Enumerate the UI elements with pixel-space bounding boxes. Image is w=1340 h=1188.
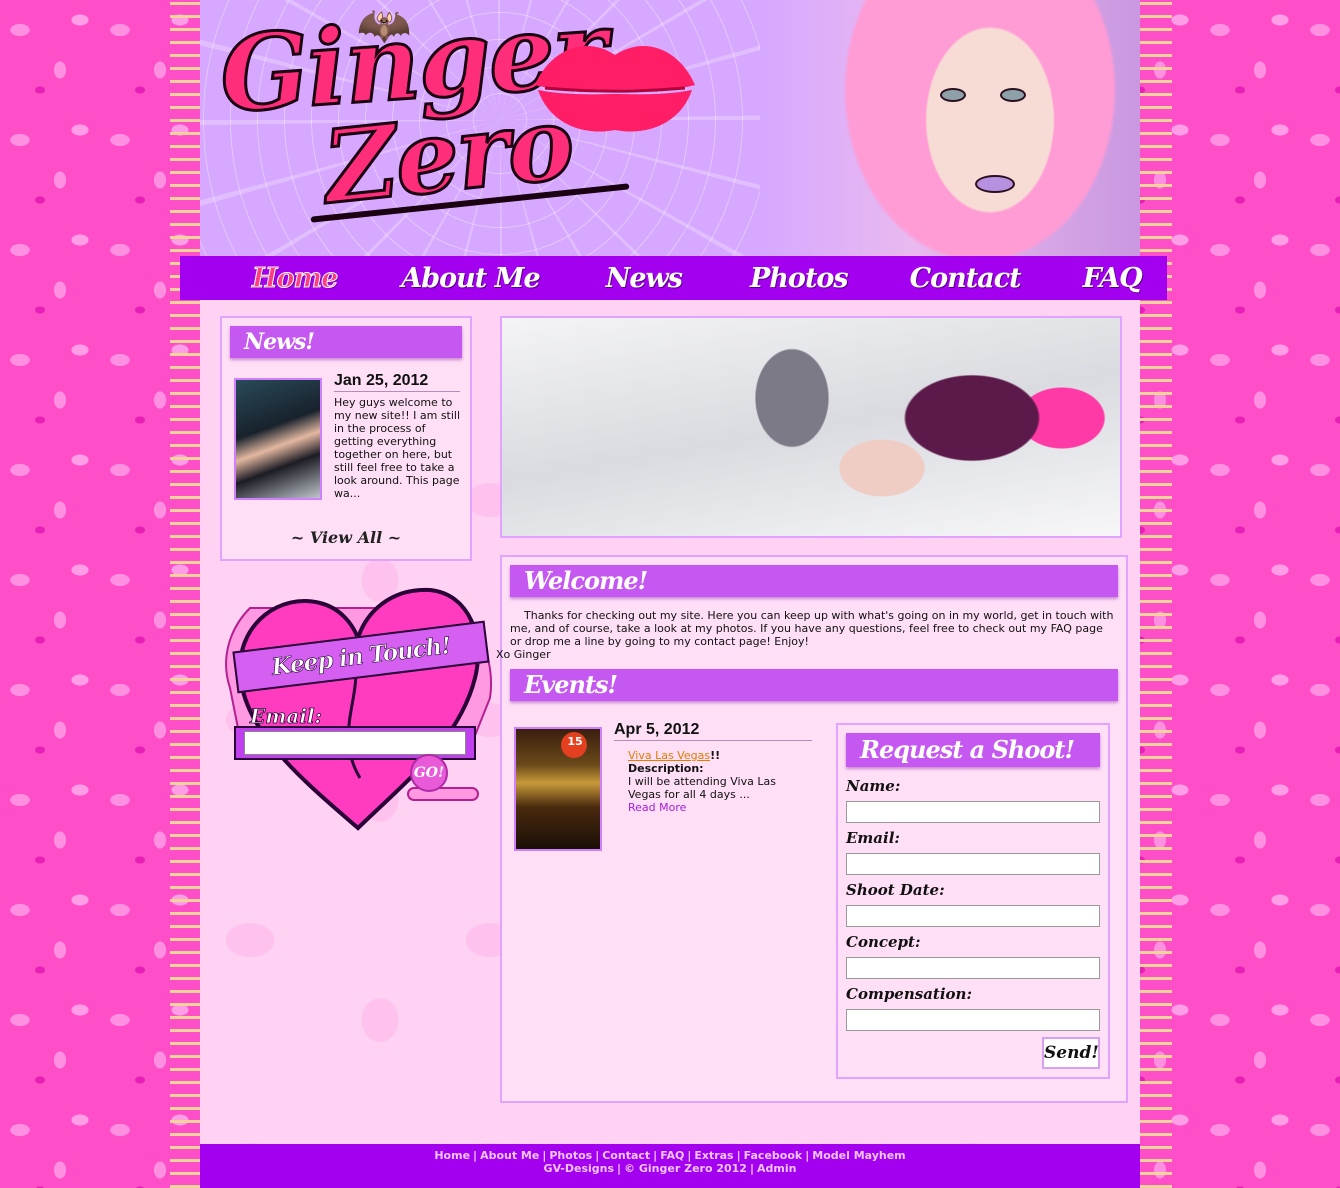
footer-link-photos[interactable]: Photos [549, 1149, 592, 1162]
footer-link-about-me[interactable]: About Me [480, 1149, 539, 1162]
footer-admin-link[interactable]: Admin [757, 1162, 796, 1175]
portrait-lips [975, 175, 1015, 193]
welcome-signoff: Xo Ginger [496, 648, 551, 661]
event-details: Viva Las Vegas!! Description: I will be … [628, 749, 808, 814]
site-footer: Home | About Me | Photos | Contact | FAQ | Extras |… [200, 1144, 1140, 1188]
nav-news[interactable]: News [606, 263, 683, 294]
news-date: Jan 25, 2012 [334, 372, 460, 392]
compensation-field[interactable] [846, 1009, 1100, 1031]
event-read-more-link[interactable]: Read More [628, 801, 686, 814]
compensation-field-label: Compensation: [846, 985, 972, 1003]
nav-faq[interactable]: FAQ [1083, 263, 1143, 294]
footer-credit-link[interactable]: GV-Designs [544, 1162, 614, 1175]
lipstick-kiss-icon [535, 46, 695, 132]
shoot-date-field-label: Shoot Date: [846, 881, 945, 899]
nav-photos[interactable]: Photos [750, 263, 849, 294]
portrait-eye-left [940, 88, 966, 102]
welcome-body: Thanks for checking out my site. Here yo… [510, 609, 1114, 648]
email-field[interactable] [846, 853, 1100, 875]
main-content-panel: Welcome! Thanks for checking out my site… [496, 555, 1128, 1103]
footer-credits: GV-Designs | © Ginger Zero 2012 | Admin [543, 1162, 797, 1175]
event-thumbnail[interactable]: 15 [514, 727, 602, 851]
shoot-date-field[interactable] [846, 905, 1100, 927]
news-panel: News! Jan 25, 2012 Hey guys welcome to m… [220, 316, 472, 561]
welcome-heading: Welcome! [510, 565, 1118, 597]
view-all-link[interactable]: ~ View All ~ [222, 528, 470, 547]
news-excerpt: Hey guys welcome to my new site!! I am s… [334, 396, 461, 500]
footer-link-extras[interactable]: Extras [694, 1149, 733, 1162]
news-heading: News! [230, 326, 462, 358]
footer-link-home[interactable]: Home [434, 1149, 470, 1162]
footer-link-model-mayhem[interactable]: Model Mayhem [812, 1149, 905, 1162]
footer-link-contact[interactable]: Contact [602, 1149, 650, 1162]
footer-links: Home | About Me | Photos | Contact | FAQ | Extras |… [434, 1149, 906, 1162]
event-title-suffix: !! [710, 749, 721, 762]
event-description-label: Description: [628, 762, 704, 775]
send-button[interactable]: Send! [1042, 1037, 1100, 1069]
newsletter-email-label: Email: [250, 704, 323, 729]
newsletter-email-input[interactable] [244, 731, 466, 755]
event-date: Apr 5, 2012 [614, 721, 812, 741]
footer-link-facebook[interactable]: Facebook [744, 1149, 803, 1162]
event-title-link[interactable]: Viva Las Vegas [628, 749, 710, 762]
concept-field[interactable] [846, 957, 1100, 979]
email-field-label: Email: [846, 829, 900, 847]
hero-image [500, 316, 1122, 538]
nav-home[interactable]: Home [251, 262, 338, 294]
request-shoot-heading: Request a Shoot! [846, 733, 1100, 767]
name-field-label: Name: [846, 777, 901, 795]
nav-about-me[interactable]: About Me [401, 263, 540, 294]
event-description-text: I will be attending Viva Las Vegas for a… [628, 775, 776, 801]
news-thumbnail[interactable] [234, 378, 322, 500]
newsletter-go-button[interactable]: GO! [410, 754, 448, 792]
welcome-text: Thanks for checking out my site. Here yo… [496, 609, 1116, 661]
main-nav: Home About Me News Photos Contact FAQ [180, 256, 1167, 300]
site-header: 🦇 Ginger Zero [200, 0, 1140, 256]
footer-copyright: © Ginger Zero 2012 [624, 1162, 747, 1175]
request-shoot-form: Request a Shoot! Name: Email: Shoot Date… [836, 723, 1110, 1079]
events-heading: Events! [510, 669, 1118, 701]
portrait-eye-right [1000, 88, 1026, 102]
nav-contact[interactable]: Contact [910, 263, 1022, 294]
event-thumb-badge: 15 [567, 735, 583, 748]
header-portrait-image [760, 0, 1140, 256]
concept-field-label: Concept: [846, 933, 921, 951]
footer-link-faq[interactable]: FAQ [660, 1149, 684, 1162]
name-field[interactable] [846, 801, 1100, 823]
